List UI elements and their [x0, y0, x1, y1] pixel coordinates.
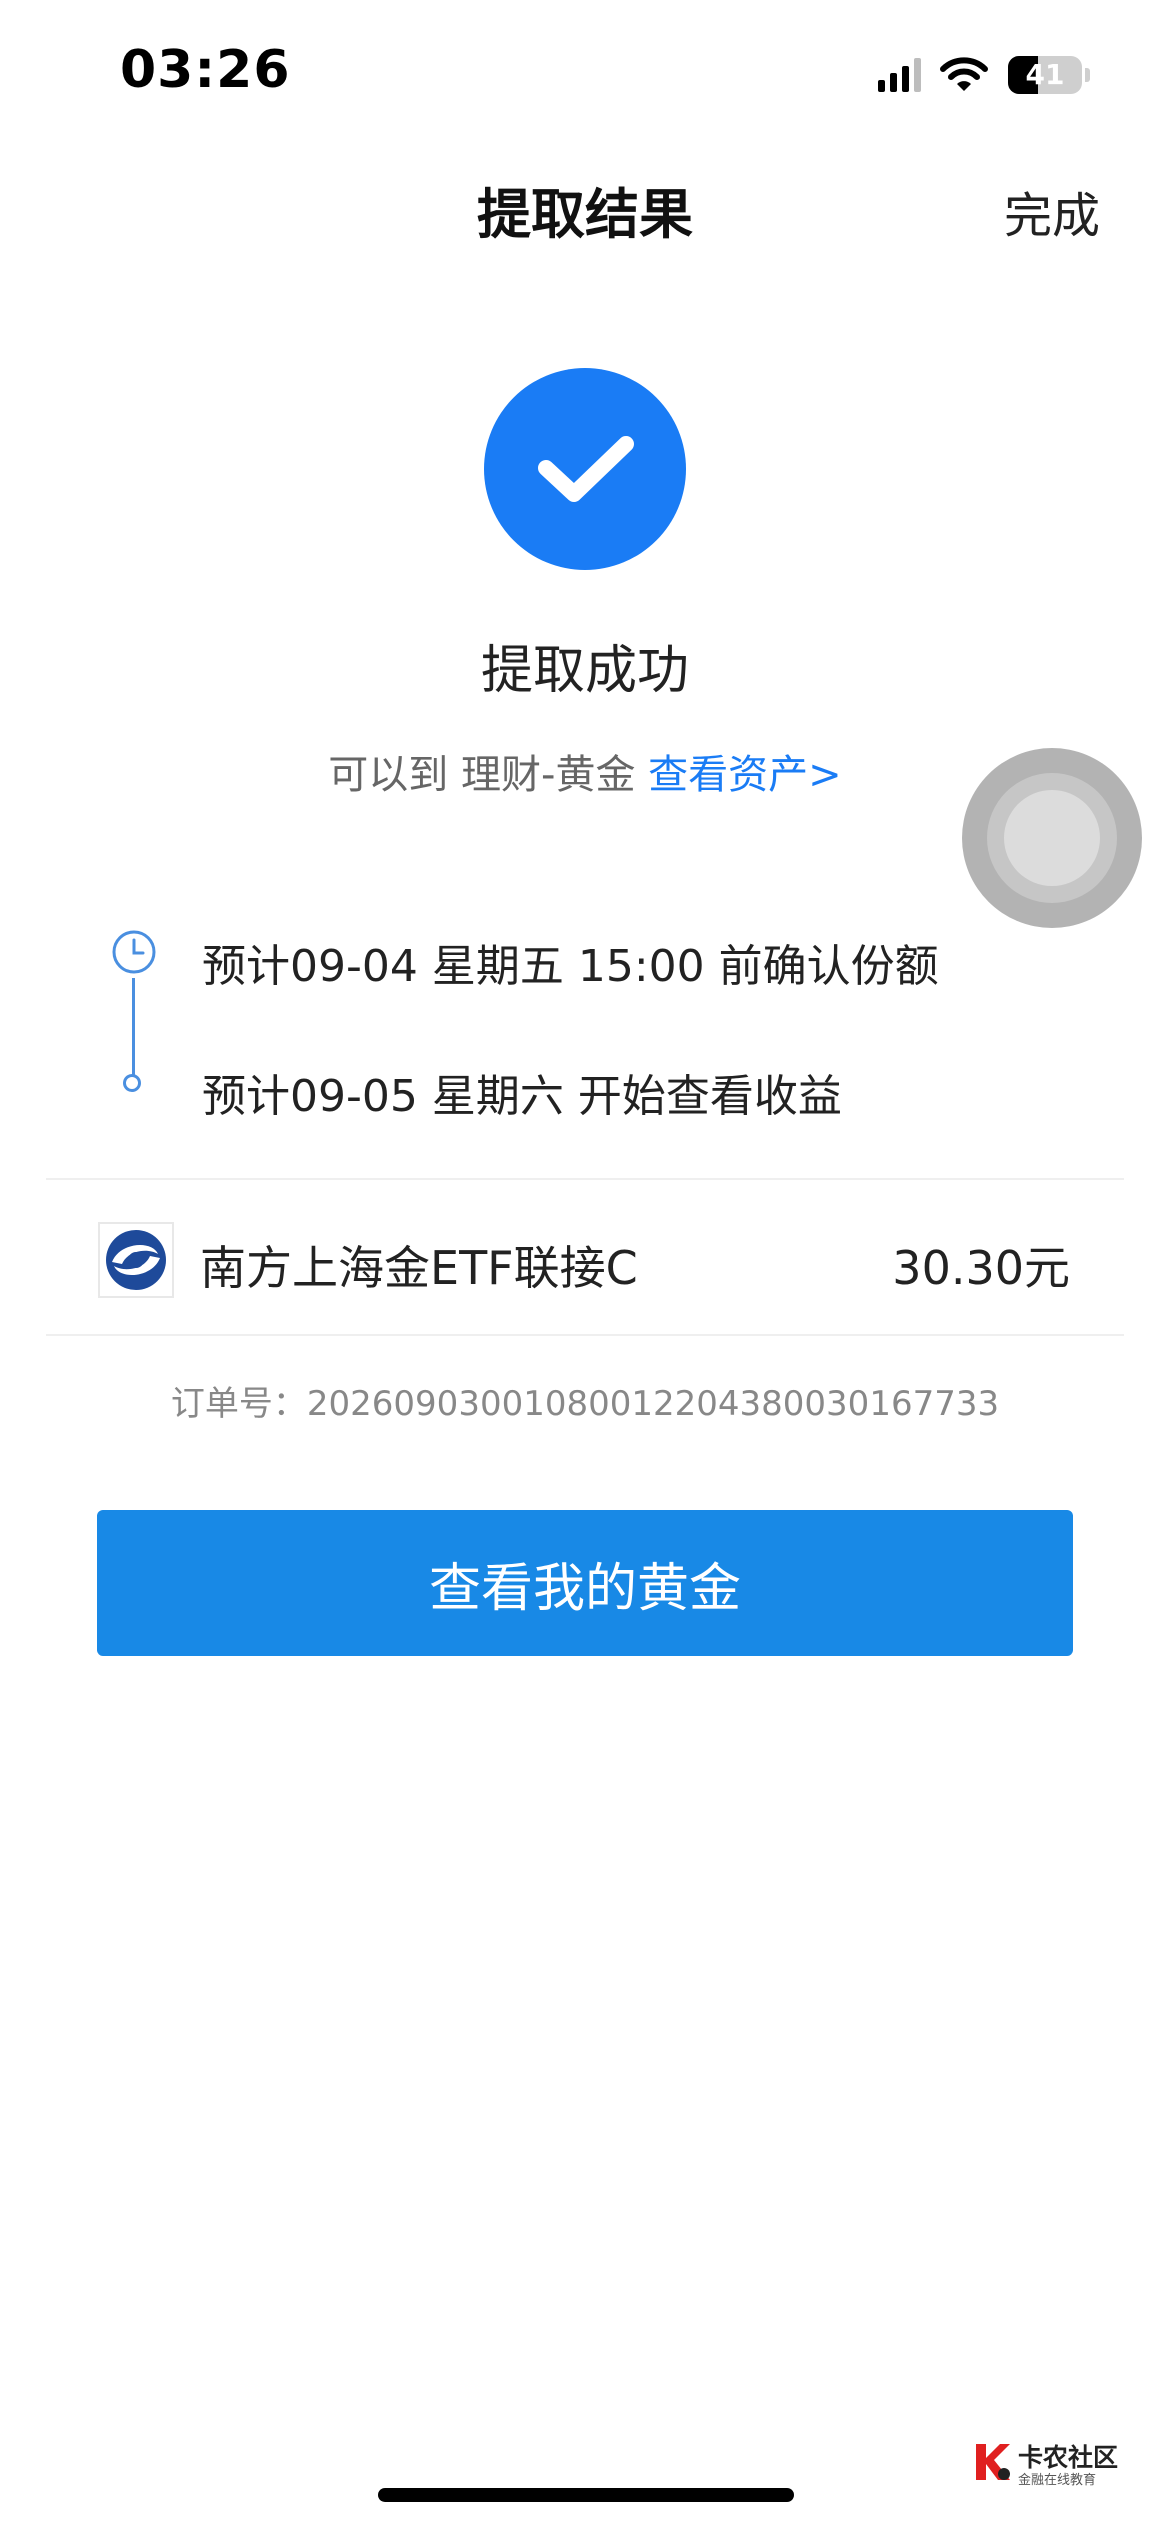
result-subtitle-text: 可以到 理财-黄金 — [328, 752, 649, 798]
view-assets-link[interactable]: 查看资产> — [648, 752, 842, 798]
cellular-signal-icon — [878, 58, 921, 92]
assistive-touch-core — [1004, 790, 1100, 886]
status-time: 03:26 — [120, 40, 291, 100]
timeline-step-earnings: 预计09-05 星期六 开始查看收益 — [202, 1071, 842, 1122]
page-title: 提取结果 — [477, 183, 693, 246]
view-my-gold-button[interactable]: 查看我的黄金 — [97, 1510, 1073, 1656]
done-button[interactable]: 完成 — [1004, 176, 1100, 246]
timeline-step-confirm: 预计09-04 星期五 15:00 前确认份额 — [202, 941, 939, 992]
result-title: 提取成功 — [480, 641, 689, 701]
checkmark-circle-icon — [484, 368, 686, 570]
wifi-icon — [940, 57, 988, 91]
watermark-logo-icon — [976, 2444, 1010, 2480]
timeline-dot — [123, 1074, 141, 1092]
home-indicator — [378, 2488, 794, 2502]
status-icons: 41 — [878, 52, 1090, 98]
fund-logo — [98, 1222, 174, 1298]
clock-icon — [112, 930, 156, 974]
fund-amount: 30.30元 — [892, 1241, 1070, 1295]
battery-icon: 41 — [1008, 56, 1082, 94]
order-number: 订单号：2026090300108001220438003016773​3 — [170, 1384, 1000, 1424]
battery-level: 41 — [1025, 58, 1065, 91]
timeline-line — [132, 978, 135, 1078]
divider — [46, 1178, 1124, 1180]
fund-name: 南方上海金ETF联接C — [200, 1241, 638, 1295]
watermark: 卡农社区 金融在线教育 — [970, 2438, 1120, 2488]
watermark-slogan: 金融在线教育 — [1018, 2473, 1097, 2488]
battery-nub — [1085, 68, 1090, 82]
divider — [46, 1334, 1124, 1336]
assistive-touch-button[interactable] — [962, 748, 1142, 928]
